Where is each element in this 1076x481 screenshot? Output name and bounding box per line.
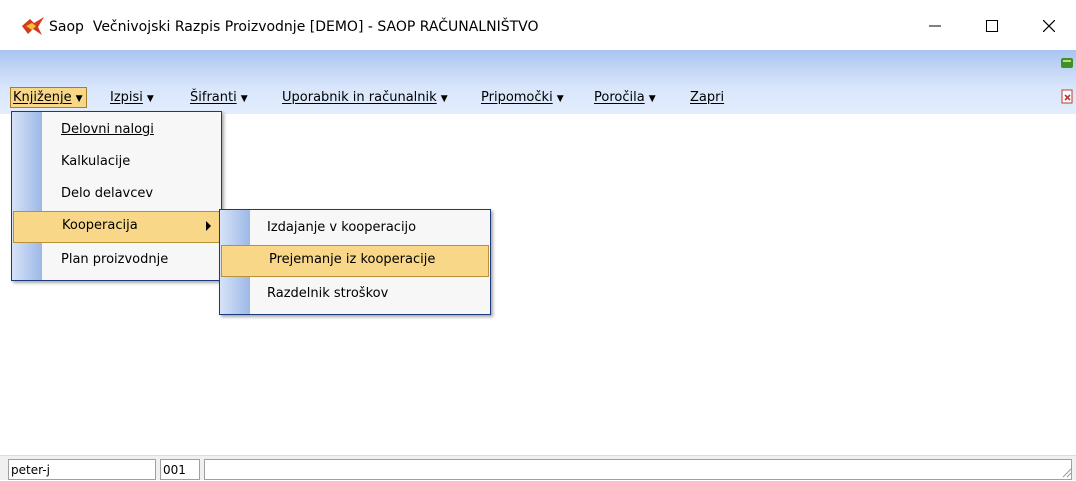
menu-knjizenje-label: Knjiženje	[13, 90, 72, 105]
menu-item-kalkulacije[interactable]: Kalkulacije	[12, 147, 221, 177]
menu-item-delovni-nalogi[interactable]: Delovni nalogi	[12, 115, 221, 145]
menu-item-razdelnik[interactable]: Razdelnik stroškov	[220, 279, 490, 309]
menu-item-label: Plan proizvodnje	[61, 252, 169, 267]
chevron-down-icon: ▼	[556, 94, 564, 104]
status-user: peter-j	[8, 459, 156, 480]
menu-uporabnik[interactable]: Uporabnik in računalnik ▼	[282, 90, 448, 105]
red-document-close-icon[interactable]	[1059, 89, 1075, 105]
menu-item-prejemanje[interactable]: Prejemanje iz kooperacije	[221, 245, 489, 277]
resize-grip-icon[interactable]	[1060, 466, 1072, 478]
menu-porocila-label: Poročila	[594, 90, 645, 105]
status-code: 001	[160, 459, 200, 480]
menu-pripomocki-label: Pripomočki	[481, 90, 553, 105]
saop-logo-icon	[22, 17, 44, 35]
window-title: Saop Večnivojski Razpis Proizvodnje [DEM…	[49, 19, 539, 35]
menu-porocila[interactable]: Poročila ▼	[594, 90, 656, 105]
close-icon	[1043, 20, 1055, 32]
menu-knjizenje[interactable]: Knjiženje ▼	[10, 87, 87, 108]
menu-item-label: Razdelnik stroškov	[267, 286, 389, 301]
chevron-down-icon: ▼	[240, 94, 248, 104]
kooperacija-submenu: Izdajanje v kooperacijo Prejemanje iz ko…	[219, 209, 491, 315]
status-message	[204, 459, 1072, 480]
minimize-icon	[929, 25, 941, 27]
close-button[interactable]	[1026, 10, 1072, 42]
title-bar: Saop Večnivojski Razpis Proizvodnje [DEM…	[0, 0, 1076, 50]
menu-item-label: Kalkulacije	[61, 154, 131, 169]
menu-zapri[interactable]: Zapri	[690, 90, 724, 105]
minimize-button[interactable]	[912, 10, 958, 42]
chevron-down-icon: ▼	[75, 94, 83, 104]
menu-uporabnik-label: Uporabnik in računalnik	[282, 90, 437, 105]
menu-item-plan-proizvodnje[interactable]: Plan proizvodnje	[12, 245, 221, 275]
knjizenje-dropdown: Delovni nalogi Kalkulacije Delo delavcev…	[11, 111, 222, 281]
menu-izpisi[interactable]: Izpisi ▼	[110, 90, 154, 105]
menu-item-izdajanje[interactable]: Izdajanje v kooperacijo	[220, 213, 490, 243]
chevron-down-icon: ▼	[146, 94, 154, 104]
menu-item-label: Prejemanje iz kooperacije	[269, 252, 436, 267]
menu-sifranti-label: Šifranti	[190, 90, 237, 105]
menu-sifranti[interactable]: Šifranti ▼	[190, 90, 248, 105]
menu-item-label: Kooperacija	[62, 218, 138, 233]
menu-pripomocki[interactable]: Pripomočki ▼	[481, 90, 564, 105]
menu-izpisi-label: Izpisi	[110, 90, 143, 105]
chevron-down-icon: ▼	[440, 94, 448, 104]
maximize-button[interactable]	[969, 10, 1015, 42]
window-title-text: Večnivojski Razpis Proizvodnje [DEMO] - …	[92, 19, 539, 35]
chevron-down-icon: ▼	[648, 94, 656, 104]
app-name: Saop	[49, 19, 84, 35]
status-bar: peter-j 001	[0, 455, 1076, 480]
chevron-right-icon	[206, 221, 211, 231]
menu-item-delo-delavcev[interactable]: Delo delavcev	[12, 179, 221, 209]
green-book-icon[interactable]	[1059, 55, 1075, 71]
menu-item-label: Delo delavcev	[61, 186, 154, 201]
menu-item-label: Izdajanje v kooperacijo	[267, 220, 417, 235]
menu-zapri-label: Zapri	[690, 90, 725, 105]
menu-item-label: Delovni nalogi	[61, 122, 154, 137]
maximize-icon	[986, 20, 998, 32]
menu-item-kooperacija[interactable]: Kooperacija	[13, 211, 220, 243]
